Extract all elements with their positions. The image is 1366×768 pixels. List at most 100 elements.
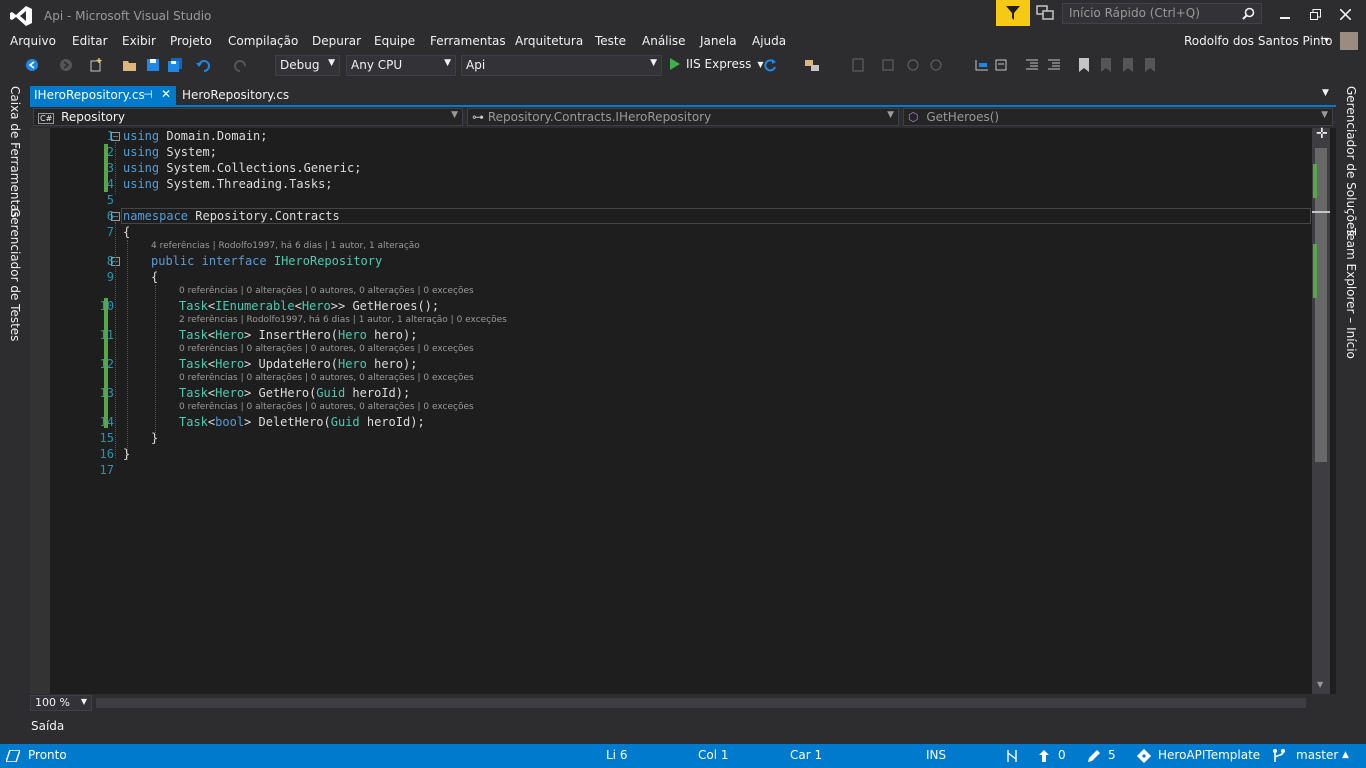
caret-position-marker bbox=[1312, 211, 1330, 213]
horizontal-scrollbar[interactable] bbox=[96, 698, 1306, 708]
tab-list-dropdown-icon[interactable]: ▼ bbox=[1322, 88, 1329, 98]
clear-bookmarks-icon[interactable] bbox=[1142, 57, 1158, 73]
scroll-down-icon[interactable]: ▼ bbox=[1317, 680, 1323, 689]
back-icon[interactable] bbox=[24, 57, 40, 73]
bookmark-icon[interactable] bbox=[1076, 57, 1092, 73]
line-indicator: Li 6 bbox=[606, 748, 628, 762]
menu-editar[interactable]: Editar bbox=[72, 34, 108, 48]
menu-depurar[interactable]: Depurar bbox=[312, 34, 361, 48]
window-title: Api - Microsoft Visual Studio bbox=[44, 9, 212, 23]
branch-name[interactable]: master bbox=[1296, 748, 1338, 762]
split-editor-icon[interactable]: ✛ bbox=[1316, 126, 1328, 142]
step-over-icon[interactable] bbox=[905, 57, 921, 73]
redo-icon[interactable] bbox=[232, 57, 248, 73]
menu-compilacao[interactable]: Compilação bbox=[228, 34, 298, 48]
menu-analise[interactable]: Análise bbox=[642, 34, 685, 48]
git-repo-icon[interactable] bbox=[1136, 748, 1152, 764]
decrease-indent-icon[interactable] bbox=[1024, 57, 1040, 73]
git-branch-icon[interactable] bbox=[1272, 749, 1286, 763]
code-line-8: public interface IHeroRepository bbox=[151, 254, 383, 268]
step-out-icon[interactable] bbox=[928, 57, 944, 73]
title-bar: Api - Microsoft Visual Studio Início Ráp… bbox=[0, 0, 1366, 32]
menu-teste[interactable]: Teste bbox=[595, 34, 626, 48]
collapse-icon[interactable]: − bbox=[111, 132, 120, 141]
menu-exibir[interactable]: Exibir bbox=[122, 34, 156, 48]
team-explorer-tab[interactable]: Team Explorer – Início bbox=[1344, 228, 1358, 359]
next-bookmark-icon[interactable] bbox=[1120, 57, 1136, 73]
open-file-icon[interactable] bbox=[122, 57, 138, 73]
save-all-icon[interactable] bbox=[167, 57, 183, 73]
menu-projeto[interactable]: Projeto bbox=[170, 34, 212, 48]
codelens-inserthero[interactable]: 2 referências | Rodolfo1997, há 6 dias |… bbox=[179, 315, 507, 325]
codelens-interface[interactable]: 4 referências | Rodolfo1997, há 6 dias |… bbox=[151, 241, 420, 251]
uncomment-icon[interactable] bbox=[994, 57, 1010, 73]
git-compare-icon[interactable] bbox=[1006, 749, 1018, 763]
solution-explorer-tab[interactable]: Gerenciador de Soluções bbox=[1344, 86, 1358, 236]
close-icon bbox=[1339, 8, 1351, 20]
close-button[interactable] bbox=[1330, 4, 1360, 24]
tab-iherorepository[interactable]: IHeroRepository.cs ⊣ ✕ bbox=[30, 86, 176, 106]
increase-indent-icon[interactable] bbox=[1046, 57, 1062, 73]
toolbox-tab[interactable]: Caixa de Ferramentas bbox=[8, 86, 22, 218]
previous-bookmark-icon[interactable] bbox=[1098, 57, 1114, 73]
solution-platform-select[interactable]: Any CPU ▼ bbox=[346, 55, 456, 76]
user-dropdown-icon[interactable]: ▾ bbox=[1324, 35, 1329, 46]
platform-value: Any CPU bbox=[351, 58, 403, 72]
menu-ajuda[interactable]: Ajuda bbox=[752, 34, 786, 48]
restore-button[interactable] bbox=[1300, 4, 1330, 24]
output-window-icon[interactable] bbox=[6, 750, 20, 762]
codelens-gethero[interactable]: 0 referências | 0 alterações | 0 autores… bbox=[179, 373, 474, 383]
code-line-7: { bbox=[123, 225, 131, 239]
pin-icon[interactable]: ⊣ bbox=[143, 88, 153, 101]
comment-icon[interactable] bbox=[974, 57, 990, 73]
menu-equipe[interactable]: Equipe bbox=[374, 34, 415, 48]
repository-name[interactable]: HeroAPITemplate bbox=[1158, 748, 1260, 762]
menu-janela[interactable]: Janela bbox=[700, 34, 737, 48]
new-project-icon[interactable] bbox=[88, 57, 104, 73]
notifications-filter-button[interactable] bbox=[996, 0, 1030, 26]
insert-mode-indicator: INS bbox=[926, 748, 947, 762]
undo-icon[interactable] bbox=[196, 57, 212, 73]
forward-icon[interactable] bbox=[58, 57, 74, 73]
user-name[interactable]: Rodolfo dos Santos Pinto bbox=[1184, 34, 1333, 48]
line-number: 7 bbox=[106, 225, 114, 239]
breakpoint-icon[interactable] bbox=[850, 57, 866, 73]
avatar[interactable] bbox=[1340, 32, 1358, 50]
menu-arquivo[interactable]: Arquivo bbox=[10, 34, 56, 48]
collapse-icon[interactable]: − bbox=[111, 212, 120, 221]
close-tab-icon[interactable]: ✕ bbox=[161, 87, 171, 101]
codelens-getheroes[interactable]: 0 referências | 0 alterações | 0 autores… bbox=[179, 286, 474, 296]
startup-project-select[interactable]: Api ▼ bbox=[461, 55, 662, 76]
start-debugging-button[interactable]: IIS Express ▼ bbox=[670, 57, 764, 71]
zoom-select[interactable]: 100 % ▼ bbox=[30, 695, 92, 711]
outline-guide bbox=[115, 222, 116, 458]
vertical-scrollbar[interactable]: ✛ ▲ ▼ bbox=[1312, 126, 1330, 694]
arrow-up-icon[interactable] bbox=[1038, 750, 1050, 762]
menu-ferramentas[interactable]: Ferramentas bbox=[430, 34, 506, 48]
push-count[interactable]: 0 bbox=[1058, 748, 1066, 762]
code-line-3: using System.Collections.Generic; bbox=[123, 161, 362, 175]
code-editor[interactable]: 1 2 3 4 5 6 7 8 9 10 11 12 13 14 15 16 1… bbox=[30, 126, 1336, 694]
menu-arquitetura[interactable]: Arquitetura bbox=[515, 34, 583, 48]
step-into-icon[interactable] bbox=[880, 57, 896, 73]
codelens-delethero[interactable]: 0 referências | 0 alterações | 0 autores… bbox=[179, 402, 474, 412]
pending-changes-count[interactable]: 5 bbox=[1108, 748, 1116, 762]
type-nav-select[interactable]: ⊶ Repository.Contracts.IHeroRepository ▼ bbox=[467, 108, 899, 126]
chevron-up-icon[interactable]: ▲ bbox=[1342, 750, 1349, 760]
project-nav-select[interactable]: C# Repository ▼ bbox=[33, 108, 463, 126]
code-line-16: } bbox=[123, 447, 131, 461]
quick-launch-input[interactable]: Início Rápido (Ctrl+Q) bbox=[1062, 3, 1262, 24]
save-icon[interactable] bbox=[145, 57, 161, 73]
test-explorer-tab[interactable]: Gerenciador de Testes bbox=[8, 208, 22, 341]
feedback-icon[interactable] bbox=[1036, 5, 1054, 21]
solution-explorer-icon[interactable] bbox=[804, 57, 820, 73]
minimize-button[interactable] bbox=[1270, 4, 1300, 24]
solution-configuration-select[interactable]: Debug ▼ bbox=[275, 55, 340, 76]
refresh-icon[interactable] bbox=[762, 57, 778, 73]
tab-herorepository[interactable]: HeroRepository.cs bbox=[182, 86, 289, 104]
member-nav-select[interactable]: ⬡ GetHeroes() ▼ bbox=[903, 108, 1333, 126]
codelens-updatehero[interactable]: 0 referências | 0 alterações | 0 autores… bbox=[179, 344, 474, 354]
search-icon[interactable] bbox=[1242, 7, 1255, 20]
output-pane-tab[interactable]: Saída bbox=[31, 719, 64, 733]
pencil-icon[interactable] bbox=[1088, 750, 1100, 762]
